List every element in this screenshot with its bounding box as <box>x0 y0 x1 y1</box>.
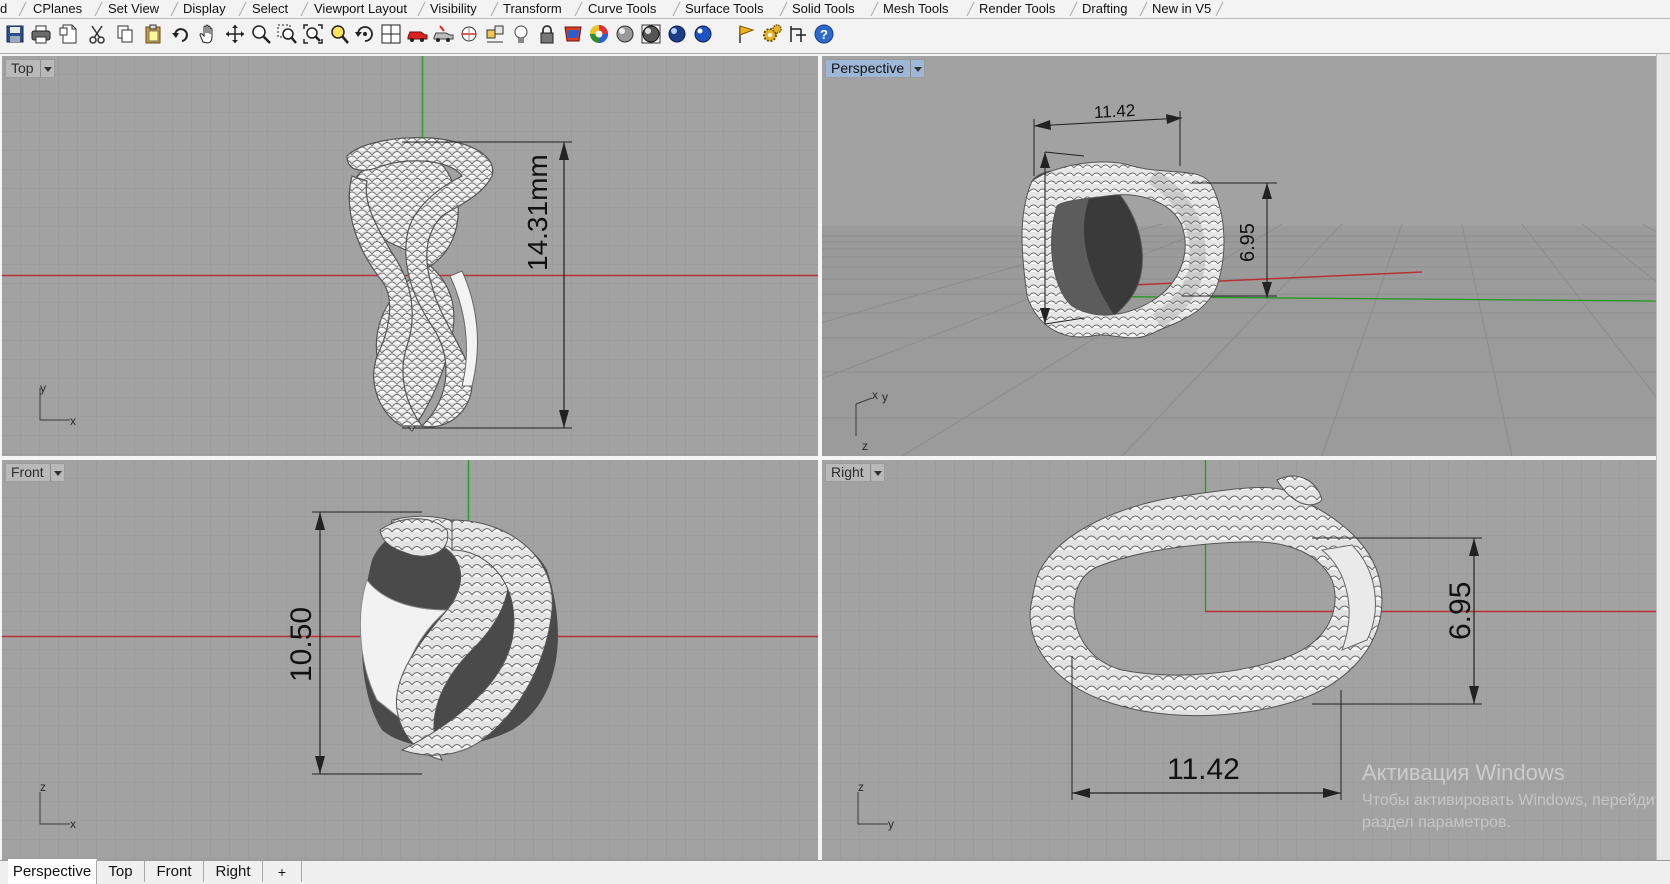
viewport-right[interactable]: Right 6.95 11.42 z y Активация Windows Ч… <box>822 460 1656 860</box>
viewport-perspective[interactable]: Perspective 11.42 6.95 x y z <box>822 56 1656 456</box>
viewport-title-perspective[interactable]: Perspective <box>825 59 926 78</box>
windows-activation-title: Активация Windows <box>1362 760 1565 785</box>
dimension-label-height: 10.50 <box>285 606 318 682</box>
viewport-front[interactable]: Front 10.50 z x <box>2 460 818 860</box>
add-viewport-tab-button[interactable]: + <box>263 861 302 882</box>
paste-icon[interactable] <box>142 23 164 45</box>
zoom-icon[interactable] <box>250 23 272 45</box>
rendered-sphere-icon[interactable] <box>640 23 662 45</box>
menu-tab-select[interactable]: Select <box>252 0 288 17</box>
shaded-sphere-icon[interactable] <box>614 23 636 45</box>
copy-icon[interactable] <box>114 23 136 45</box>
viewport-menu-arrow[interactable] <box>39 60 54 77</box>
dimension-label-height: 6.95 <box>1444 581 1477 640</box>
viewport-tab-top[interactable]: Top <box>97 861 145 882</box>
axis-label-y: y <box>888 817 894 831</box>
glossy-sphere-icon[interactable] <box>666 23 688 45</box>
command-tab-bar: d CPlanes Set View Display Select Viewpo… <box>0 0 1670 19</box>
menu-tab-standard[interactable]: d <box>0 0 7 17</box>
light-bulb-icon[interactable] <box>510 23 532 45</box>
lock-icon[interactable] <box>536 23 558 45</box>
save-icon[interactable] <box>4 23 26 45</box>
dimension-label-height: 6.95 <box>1237 223 1259 262</box>
windows-activation-text: Чтобы активировать Windows, перейдите в <box>1362 792 1656 809</box>
ghost-mode-icon[interactable] <box>458 23 480 45</box>
menu-tab-new-in-v5[interactable]: New in V5 <box>1152 0 1211 17</box>
viewport-tab-right[interactable]: Right <box>204 861 263 882</box>
blue-sphere-icon[interactable] <box>692 23 714 45</box>
axis-label-z: z <box>862 439 868 453</box>
axis-label-x: x <box>872 388 878 402</box>
cplane-icon[interactable] <box>484 23 506 45</box>
color-picker-icon[interactable] <box>562 23 584 45</box>
viewport-title-label: Front <box>11 464 44 480</box>
rotate-view-icon[interactable] <box>354 23 376 45</box>
viewport-title-label: Right <box>831 464 864 480</box>
viewport-menu-arrow[interactable] <box>49 464 64 481</box>
menu-tab-surface-tools[interactable]: Surface Tools <box>685 0 764 17</box>
color-wheel-icon[interactable] <box>588 23 610 45</box>
viewport-top[interactable]: Top 14.31mm y x <box>2 56 818 456</box>
viewport-menu-arrow[interactable] <box>869 464 884 481</box>
axis-label-z: z <box>40 780 46 794</box>
zoom-extents-icon[interactable] <box>302 23 324 45</box>
dimension-label-height: 14.31mm <box>522 154 553 271</box>
dimension-icon[interactable] <box>787 23 809 45</box>
zoom-window-icon[interactable] <box>276 23 298 45</box>
menu-tab-viewport-layout[interactable]: Viewport Layout <box>314 0 407 17</box>
menu-tab-drafting[interactable]: Drafting <box>1082 0 1128 17</box>
viewport-title-top[interactable]: Top <box>5 59 55 78</box>
axis-label-y: y <box>40 381 46 395</box>
dimension-label-width: 11.42 <box>1167 753 1240 786</box>
flag-icon[interactable] <box>735 23 757 45</box>
move-view-icon[interactable] <box>224 23 246 45</box>
menu-tab-visibility[interactable]: Visibility <box>430 0 477 17</box>
four-viewports-icon[interactable] <box>380 23 402 45</box>
side-panel-edge <box>1656 54 1670 860</box>
print-icon[interactable] <box>30 23 52 45</box>
menu-tab-display[interactable]: Display <box>183 0 226 17</box>
windows-activation-text-2: раздел параметров. <box>1362 814 1511 831</box>
menu-tab-curve-tools[interactable]: Curve Tools <box>588 0 656 17</box>
undo-icon[interactable] <box>170 23 192 45</box>
viewport-title-label: Top <box>11 60 34 76</box>
pan-hand-icon[interactable] <box>196 23 218 45</box>
menu-tab-mesh-tools[interactable]: Mesh Tools <box>883 0 949 17</box>
menu-tab-transform[interactable]: Transform <box>503 0 562 17</box>
standard-toolbar: ? <box>0 19 1670 54</box>
viewport-tab-bar: Perspective Top Front Right + <box>0 859 1670 884</box>
viewport-area: Top 14.31mm y x Perspective 11.42 6.95 x… <box>0 54 1670 860</box>
axis-label-x: x <box>70 414 76 428</box>
gear-icon[interactable] <box>761 23 783 45</box>
menu-tab-set-view[interactable]: Set View <box>108 0 159 17</box>
viewport-tab-perspective[interactable]: Perspective <box>8 859 97 884</box>
car-camera-icon[interactable] <box>432 23 454 45</box>
menu-tab-cplanes[interactable]: CPlanes <box>33 0 82 17</box>
viewport-tab-front[interactable]: Front <box>145 861 204 882</box>
car-named-view-icon[interactable] <box>406 23 428 45</box>
menu-tab-solid-tools[interactable]: Solid Tools <box>792 0 855 17</box>
help-icon[interactable]: ? <box>813 23 835 45</box>
axis-label-y: y <box>882 390 888 404</box>
viewport-title-right[interactable]: Right <box>825 463 885 482</box>
axis-label-x: x <box>70 817 76 831</box>
viewport-menu-arrow[interactable] <box>910 60 924 77</box>
menu-tab-render-tools[interactable]: Render Tools <box>979 0 1055 17</box>
viewport-title-label: Perspective <box>831 60 905 76</box>
zoom-selected-icon[interactable] <box>328 23 350 45</box>
axis-label-z: z <box>858 780 864 794</box>
dimension-label-width: 11.42 <box>1093 100 1136 123</box>
svg-text:?: ? <box>820 27 828 42</box>
new-document-icon[interactable] <box>58 23 80 45</box>
cut-icon[interactable] <box>86 23 108 45</box>
viewport-title-front[interactable]: Front <box>5 463 65 482</box>
